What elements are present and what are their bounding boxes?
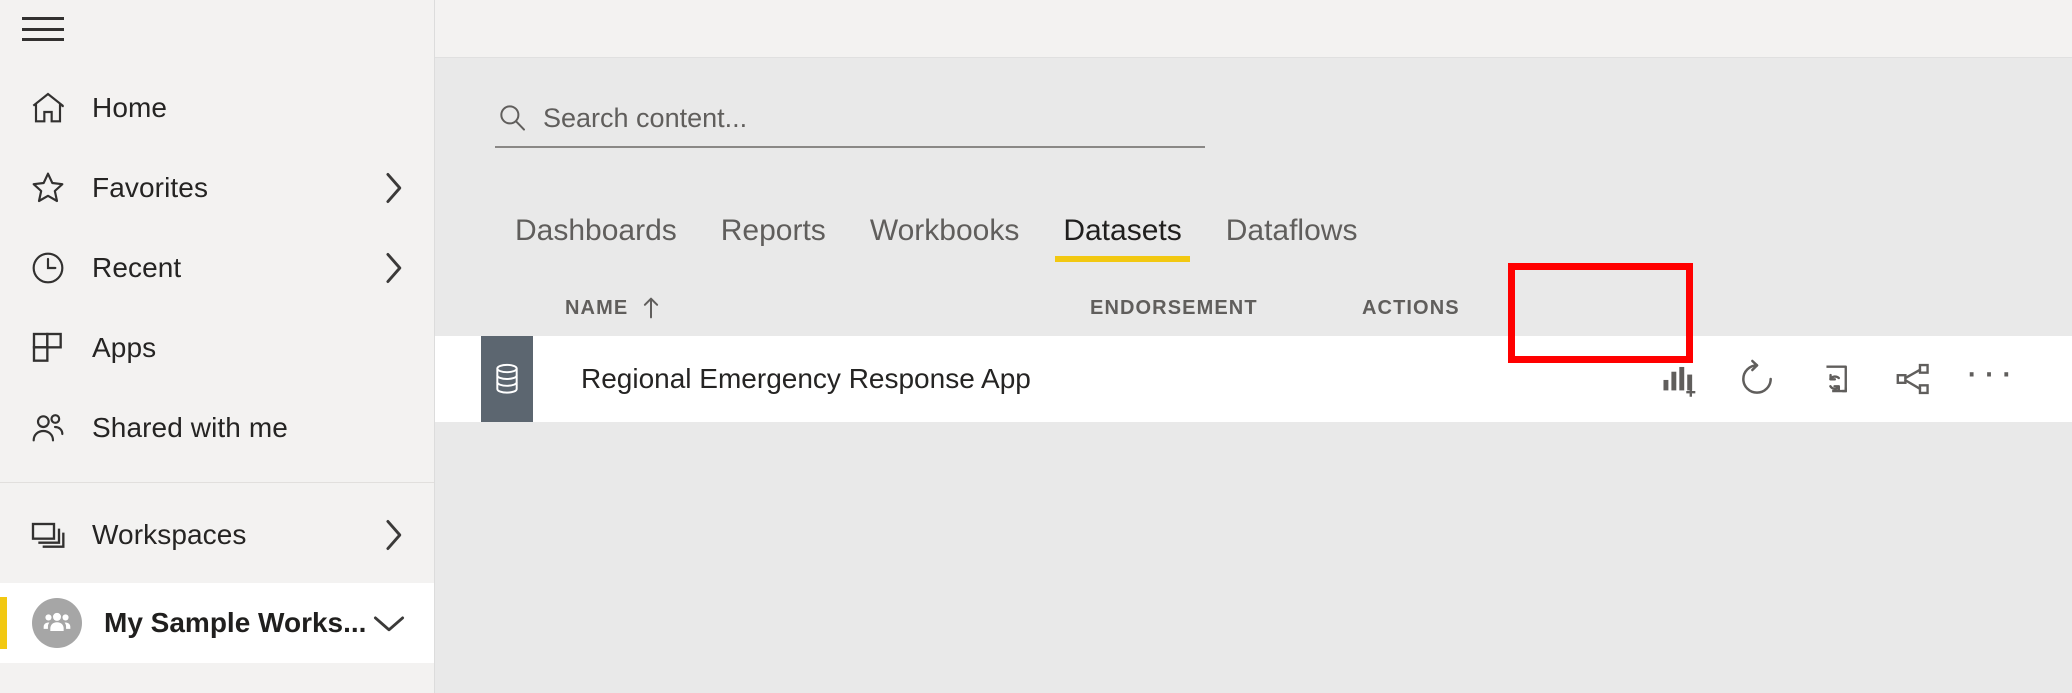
sidebar-item-shared-with-me[interactable]: Shared with me [0, 388, 434, 468]
column-header-actions: ACTIONS [1362, 297, 1622, 320]
tab-dataflows[interactable]: Dataflows [1204, 216, 1380, 262]
tab-dashboards[interactable]: Dashboards [493, 216, 699, 262]
sidebar-item-workspaces[interactable]: Workspaces [0, 495, 434, 575]
apps-grid-icon [26, 326, 70, 370]
sidebar-item-label: Shared with me [92, 412, 288, 443]
sidebar-item-selected-workspace[interactable]: My Sample Works... [0, 583, 434, 663]
top-header-bar [435, 0, 2072, 58]
table-header-row: NAME ENDORSEMENT ACTIONS [435, 280, 2072, 336]
content-type-tabs: Dashboards Reports Workbooks Datasets Da… [493, 190, 2072, 262]
main-content-area: Dashboards Reports Workbooks Datasets Da… [435, 0, 2072, 693]
workspace-content: Dashboards Reports Workbooks Datasets Da… [435, 58, 2072, 693]
row-action-buttons: ··· [1653, 352, 2017, 405]
table-row[interactable]: Regional Emergency Response App ··· [435, 336, 2072, 422]
chevron-right-icon[interactable] [380, 171, 406, 205]
tab-datasets[interactable]: Datasets [1041, 216, 1203, 262]
more-options-icon[interactable]: ··· [1965, 352, 2017, 405]
chevron-down-icon[interactable] [372, 610, 406, 636]
tab-workbooks[interactable]: Workbooks [848, 216, 1042, 262]
workspaces-stack-icon [26, 513, 70, 557]
sidebar-item-label: Workspaces [92, 519, 247, 550]
search-bar[interactable] [495, 100, 1205, 148]
share-icon[interactable] [1887, 353, 1939, 405]
search-input[interactable] [543, 103, 1205, 134]
sidebar-item-recent[interactable]: Recent [0, 228, 434, 308]
left-navigation-sidebar: Home Favorites Recent Apps Shared with m… [0, 0, 435, 693]
selected-workspace-label: My Sample Works... [104, 607, 367, 638]
refresh-now-icon[interactable] [1731, 353, 1783, 405]
column-header-endorsement[interactable]: ENDORSEMENT [1090, 297, 1362, 320]
sidebar-item-label: Home [92, 92, 168, 123]
create-report-icon[interactable] [1653, 353, 1705, 405]
sidebar-header [0, 0, 434, 58]
chevron-right-icon[interactable] [380, 518, 406, 552]
tab-reports[interactable]: Reports [699, 216, 848, 262]
sidebar-item-label: Apps [92, 332, 157, 363]
schedule-refresh-icon[interactable] [1809, 353, 1861, 405]
hamburger-line [22, 38, 64, 41]
secondary-nav-group: Workspaces My Sample Works... [0, 482, 434, 663]
hamburger-line [22, 17, 64, 20]
powerbi-workspace-page: Home Favorites Recent Apps Shared with m… [0, 0, 2072, 693]
column-header-label: ENDORSEMENT [1090, 296, 1258, 319]
column-header-label: NAME [565, 296, 629, 319]
clock-icon [26, 246, 70, 290]
home-icon [26, 86, 70, 130]
chevron-right-icon[interactable] [380, 251, 406, 285]
dataset-database-icon [481, 336, 533, 422]
sidebar-item-label: Recent [92, 252, 182, 283]
sidebar-item-home[interactable]: Home [0, 68, 434, 148]
hamburger-menu-icon[interactable] [22, 14, 64, 44]
arrow-up-icon [640, 296, 662, 320]
column-header-name[interactable]: NAME [565, 296, 1090, 320]
group-avatar-icon [32, 598, 82, 648]
column-header-label: ACTIONS [1362, 296, 1460, 319]
hamburger-line [22, 27, 64, 31]
sidebar-item-label: Favorites [92, 172, 209, 203]
primary-nav-group: Home Favorites Recent Apps Shared with m… [0, 58, 434, 468]
star-icon [26, 166, 70, 210]
datasets-table: NAME ENDORSEMENT ACTIONS Regional Emerge… [435, 280, 2072, 422]
sidebar-item-apps[interactable]: Apps [0, 308, 434, 388]
sidebar-item-favorites[interactable]: Favorites [0, 148, 434, 228]
dataset-name-link[interactable]: Regional Emergency Response App [581, 363, 1141, 395]
sidebar-filler [0, 663, 434, 693]
search-icon [495, 100, 529, 134]
people-icon [26, 406, 70, 450]
